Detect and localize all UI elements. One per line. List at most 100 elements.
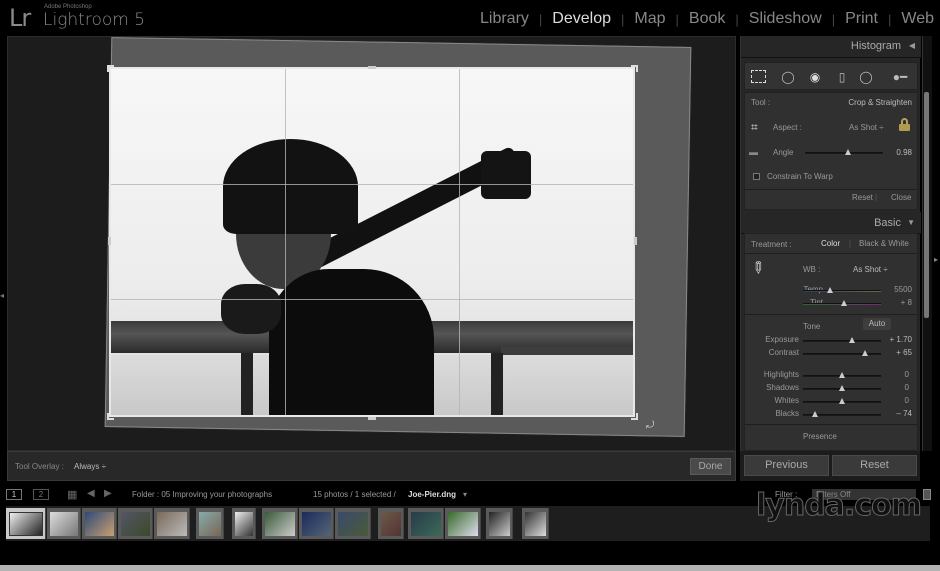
done-button[interactable]: Done (690, 458, 731, 475)
filmstrip-thumbnail[interactable] (47, 508, 81, 539)
filmstrip-thumbnail[interactable] (486, 508, 513, 539)
filmstrip-thumbnail[interactable] (335, 508, 371, 539)
filmstrip-thumbnail[interactable] (445, 508, 481, 539)
crop-corner-handle[interactable] (107, 413, 114, 420)
module-print[interactable]: Print (845, 10, 878, 28)
scrollbar-thumb[interactable] (924, 92, 929, 318)
whites-slider[interactable] (803, 398, 881, 404)
slider-thumb[interactable] (839, 372, 845, 378)
slider-thumb[interactable] (839, 398, 845, 404)
treatment-bw[interactable]: Black & White (859, 239, 909, 248)
radial-filter-icon[interactable]: ◯ (858, 69, 874, 85)
selected-filename[interactable]: Joe-Pier.dng (408, 490, 456, 499)
crop-tool-icon[interactable]: ⌗ (751, 120, 758, 135)
highlights-slider[interactable] (803, 372, 881, 378)
crop-overlay-icon[interactable] (751, 70, 766, 83)
filmstrip-thumbnail[interactable] (262, 508, 298, 539)
filmstrip-thumbnail[interactable] (299, 508, 334, 539)
module-library[interactable]: Library (480, 10, 529, 28)
previous-button[interactable]: Previous (744, 455, 829, 476)
slider-thumb[interactable] (862, 350, 869, 356)
crop-corner-handle[interactable] (631, 65, 638, 72)
slider-thumb[interactable] (812, 411, 819, 417)
shadows-value[interactable]: 0 (905, 383, 909, 392)
filmstrip-thumbnail[interactable] (522, 508, 549, 539)
filmstrip-thumbnail[interactable] (118, 508, 153, 539)
temp-slider[interactable] (803, 287, 881, 293)
slider-thumb[interactable] (844, 149, 851, 155)
collapse-right-panel-icon[interactable]: ▸ (934, 255, 938, 264)
forward-arrow-icon[interactable]: ▶ (104, 488, 112, 499)
slider-thumb[interactable] (840, 300, 847, 306)
straighten-tool-icon[interactable]: ▬ (749, 147, 758, 157)
spot-removal-icon[interactable]: ◯ (780, 69, 796, 85)
thumbnail-image (235, 512, 253, 536)
crop-close-button[interactable]: Close (891, 193, 911, 202)
slider-thumb[interactable] (849, 337, 856, 343)
shadows-slider[interactable] (803, 385, 881, 391)
crop-reset-button[interactable]: Reset (852, 193, 873, 202)
module-map[interactable]: Map (634, 10, 665, 28)
primary-display-button[interactable]: 1 (6, 489, 22, 500)
crop-edge-handle[interactable] (634, 237, 637, 245)
treatment-color[interactable]: Color (821, 239, 840, 248)
wb-eyedropper-icon[interactable]: ✎ (746, 256, 770, 280)
filmstrip-thumbnail[interactable] (82, 508, 117, 539)
constrain-to-warp-checkbox[interactable] (753, 173, 760, 180)
crop-frame[interactable] (109, 67, 635, 417)
tint-value[interactable]: + 8 (901, 298, 912, 307)
expand-left-panel-icon[interactable]: ◂ (0, 291, 4, 300)
back-arrow-icon[interactable]: ◀ (87, 488, 95, 499)
histogram-panel-header[interactable]: Histogram ◀ (741, 36, 921, 58)
filter-select[interactable]: Filters Off (812, 489, 916, 500)
folder-source[interactable]: Folder : 05 Improving your photographs (132, 490, 272, 499)
filmstrip-thumbnail[interactable] (196, 508, 224, 539)
contrast-value[interactable]: + 65 (896, 348, 912, 357)
wb-select[interactable]: As Shot ÷ (853, 265, 888, 274)
basic-panel-header[interactable]: Basic ▼ (741, 212, 921, 234)
crop-edge-handle[interactable] (368, 417, 376, 420)
reset-button[interactable]: Reset (832, 455, 917, 476)
crop-edge-handle[interactable] (368, 66, 376, 69)
filename-dropdown-icon[interactable]: ▾ (463, 490, 467, 499)
tool-overlay-select[interactable]: Always ÷ (74, 462, 106, 471)
exposure-value[interactable]: + 1.70 (890, 335, 912, 344)
aspect-select[interactable]: As Shot ÷ (849, 123, 884, 132)
tone-label: Tone (803, 322, 821, 331)
filmstrip-thumbnail[interactable] (408, 508, 444, 539)
crop-corner-handle[interactable] (631, 413, 638, 420)
exposure-slider[interactable] (803, 337, 881, 343)
auto-tone-button[interactable]: Auto (863, 318, 891, 330)
adjustment-brush-icon[interactable]: ●━ (888, 69, 912, 85)
filmstrip-thumbnail[interactable] (154, 508, 190, 539)
whites-value[interactable]: 0 (905, 396, 909, 405)
contrast-slider[interactable] (803, 350, 881, 356)
module-separator: | (621, 11, 625, 27)
module-book[interactable]: Book (689, 10, 725, 28)
module-slideshow[interactable]: Slideshow (749, 10, 822, 28)
module-develop[interactable]: Develop (552, 10, 611, 28)
slider-thumb[interactable] (827, 287, 834, 293)
blacks-value[interactable]: – 74 (896, 409, 912, 418)
tint-slider[interactable] (803, 300, 881, 306)
temp-value[interactable]: 5500 (894, 285, 912, 294)
filter-switch[interactable] (923, 489, 931, 500)
filmstrip-thumbnail[interactable] (378, 508, 404, 539)
red-eye-icon[interactable]: ◉ (807, 69, 823, 85)
highlights-value[interactable]: 0 (905, 370, 909, 379)
graduated-filter-icon[interactable]: ▯ (834, 69, 850, 85)
angle-value[interactable]: 0.98 (896, 148, 912, 157)
filmstrip-thumbnail[interactable] (232, 508, 256, 539)
crop-corner-handle[interactable] (107, 65, 114, 72)
thumbnail-image (199, 512, 221, 536)
image-canvas[interactable]: ⤾ (7, 36, 736, 451)
slider-thumb[interactable] (839, 385, 845, 391)
module-web[interactable]: Web (901, 10, 934, 28)
crop-edge-handle[interactable] (108, 237, 111, 245)
filmstrip-thumbnail[interactable] (6, 508, 46, 539)
angle-slider[interactable] (805, 149, 883, 155)
grid-view-icon[interactable]: ▦ (67, 488, 77, 501)
aspect-lock-icon[interactable] (899, 118, 910, 131)
blacks-slider[interactable] (803, 411, 881, 417)
secondary-display-button[interactable]: 2 (33, 489, 49, 500)
